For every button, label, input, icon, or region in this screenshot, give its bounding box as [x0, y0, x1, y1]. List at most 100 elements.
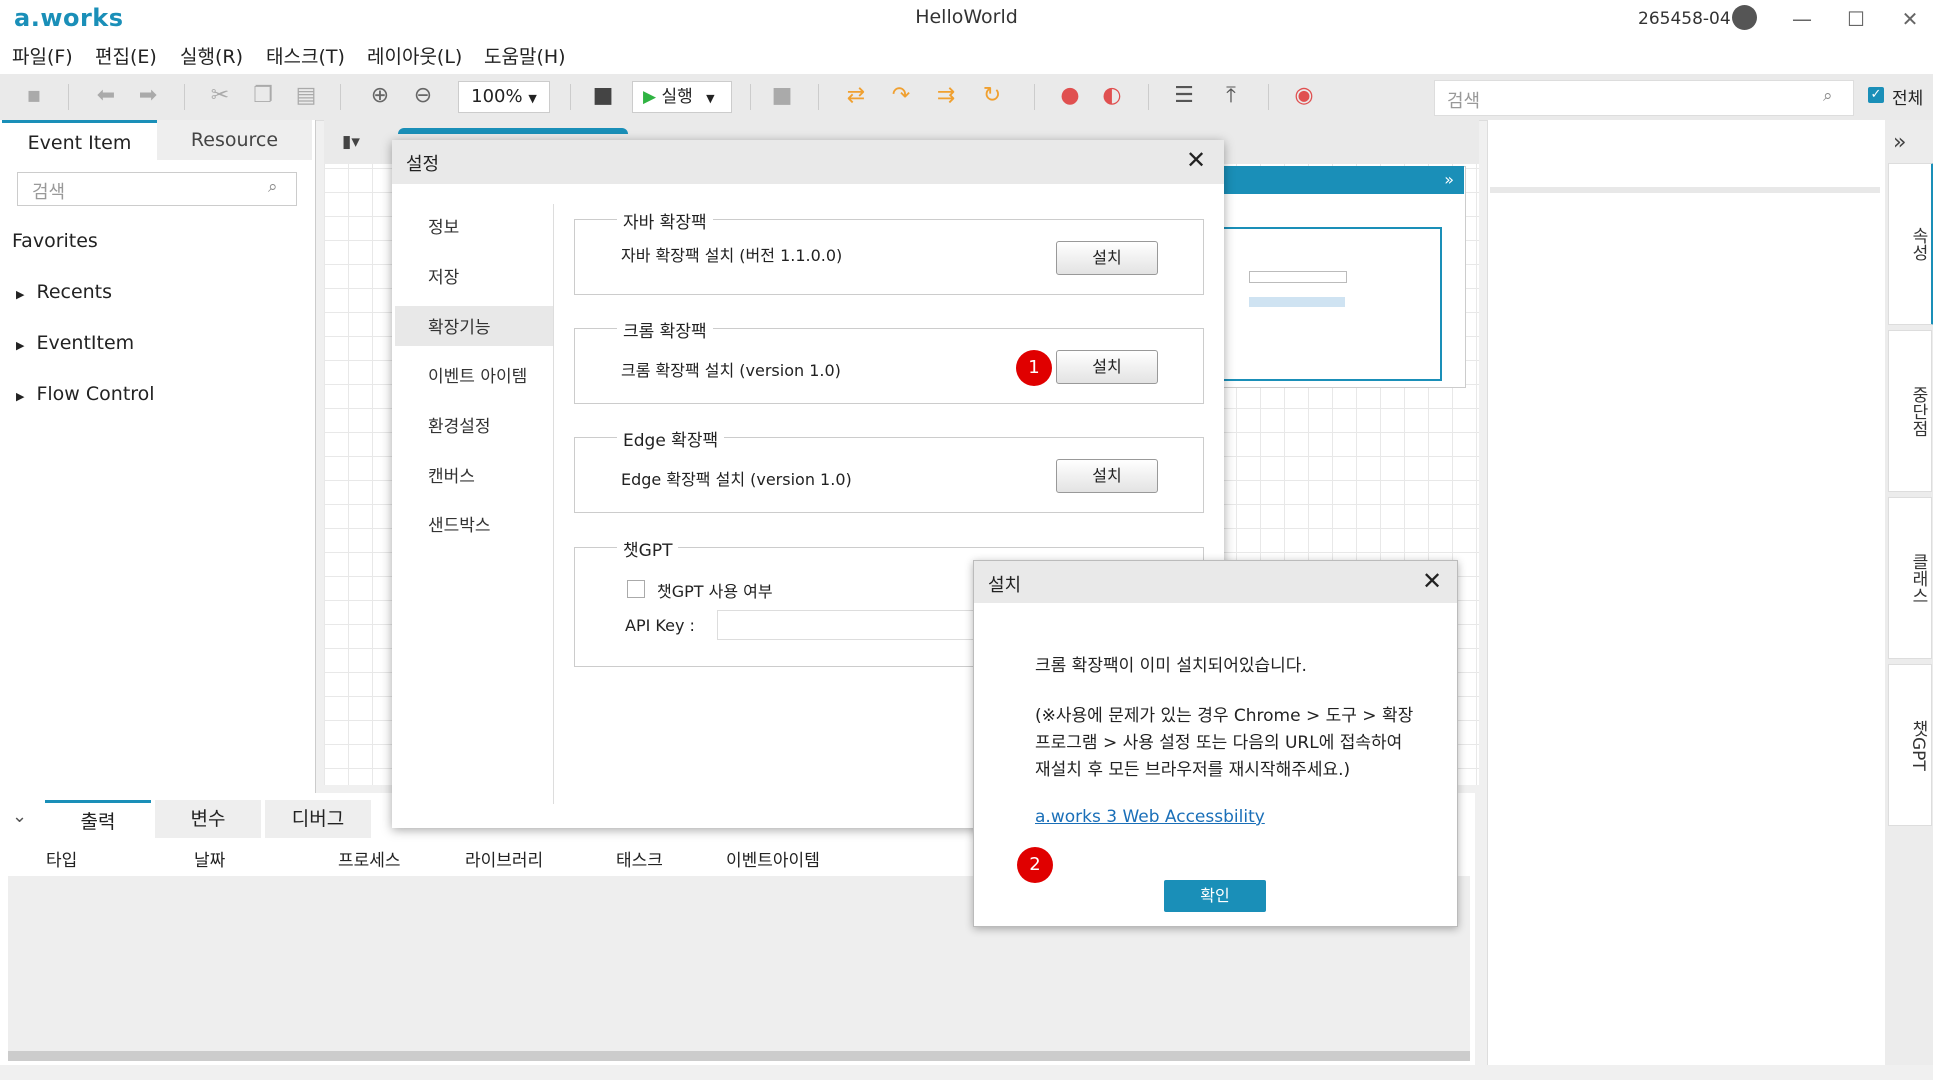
- record-video-icon[interactable]: ■: [589, 82, 617, 110]
- expand-icon[interactable]: »: [1444, 170, 1454, 189]
- nav-sandbox[interactable]: 샌드박스: [428, 511, 491, 536]
- undo-icon[interactable]: ⬅: [92, 82, 120, 110]
- menu-file[interactable]: 파일(F): [12, 42, 73, 69]
- search-icon: ⌕: [268, 177, 278, 197]
- edge-group-title: Edge 확장팩: [617, 426, 725, 451]
- step-into-icon[interactable]: ↷: [887, 82, 915, 110]
- toolbar-divider: [1268, 84, 1269, 110]
- user-avatar-icon[interactable]: [1732, 5, 1757, 30]
- settings-dialog-title: 설정: [406, 154, 440, 175]
- nav-canvas[interactable]: 캔버스: [428, 462, 475, 487]
- new-document-icon[interactable]: ▮▾: [342, 132, 360, 152]
- nav-event-item[interactable]: 이벤트 아이템: [428, 362, 527, 387]
- toolbar: ▪ ⬅ ➡ ✂ ❐ ▤ ⊕ ⊖ 100% ▼ ■ ▶ 실행 ▼ ■ ⇄ ↷ ⇉ …: [0, 74, 1933, 121]
- save-icon[interactable]: ▪: [20, 82, 48, 110]
- java-install-button[interactable]: 설치: [1056, 241, 1158, 275]
- tab-debug[interactable]: 디버그: [265, 800, 371, 838]
- breakpoint-remove-icon[interactable]: ◐: [1098, 82, 1126, 110]
- java-install-text: 자바 확장팩 설치 (버전 1.1.0.0): [621, 246, 843, 265]
- right-panel: [1487, 120, 1886, 1065]
- stop-icon[interactable]: ■: [768, 82, 796, 110]
- ok-button[interactable]: 확인: [1164, 880, 1266, 912]
- chrome-group-title: 크롬 확장팩: [617, 317, 713, 342]
- horizontal-scrollbar[interactable]: [8, 1051, 1470, 1061]
- chrome-install-text: 크롬 확장팩 설치 (version 1.0): [621, 361, 841, 380]
- tab-chatgpt[interactable]: 챗GPT: [1888, 664, 1932, 826]
- event-search-input[interactable]: 검색 ⌕: [17, 172, 297, 206]
- nav-storage[interactable]: 저장: [428, 263, 459, 288]
- run-button[interactable]: ▶ 실행 ▼: [632, 81, 732, 113]
- tab-resource[interactable]: Resource: [157, 120, 312, 160]
- run-label: 실행: [661, 87, 693, 107]
- play-icon: ▶: [643, 87, 657, 107]
- column-type: 타입: [46, 851, 78, 871]
- event-search-placeholder: 검색: [32, 182, 66, 203]
- nav-preferences[interactable]: 환경설정: [428, 412, 491, 437]
- edge-install-button[interactable]: 설치: [1056, 459, 1158, 493]
- annotation-badge-1: 1: [1016, 350, 1052, 386]
- tab-event-item[interactable]: Event Item: [2, 120, 157, 163]
- close-icon[interactable]: ✕: [1422, 567, 1442, 595]
- all-label: 전체: [1892, 89, 1924, 109]
- tab-breakpoints[interactable]: 중단점: [1888, 330, 1932, 492]
- column-date: 날짜: [194, 851, 226, 871]
- chatgpt-group-title: 챗GPT: [617, 536, 679, 561]
- caret-right-icon: ▶: [16, 390, 25, 403]
- tree-item-label: Flow Control: [36, 383, 155, 405]
- zoom-in-icon[interactable]: ⊕: [366, 82, 394, 110]
- tree-item-eventitem[interactable]: ▶ EventItem: [16, 332, 134, 354]
- step-back-icon[interactable]: ↻: [978, 82, 1006, 110]
- record-icon[interactable]: ◉: [1290, 82, 1318, 110]
- tab-variables[interactable]: 변수: [155, 800, 261, 838]
- toolbar-divider: [68, 84, 69, 110]
- menu-layout[interactable]: 레이아웃(L): [367, 42, 462, 69]
- close-icon[interactable]: ✕: [1186, 146, 1206, 174]
- chatgpt-checkbox-label: 챗GPT 사용 여부: [657, 582, 773, 601]
- toolbar-divider: [570, 84, 571, 110]
- zoom-value: 100%: [471, 86, 523, 107]
- title-bar: a.works HelloWorld 265458-04 — ☐ ✕: [0, 0, 1933, 38]
- zoom-out-icon[interactable]: ⊖: [409, 82, 437, 110]
- canvas-tab[interactable]: [398, 128, 628, 134]
- collapse-icon[interactable]: »: [1893, 130, 1906, 155]
- paste-icon[interactable]: ▤: [292, 82, 320, 110]
- tab-properties[interactable]: 속성: [1888, 163, 1933, 325]
- align-top-icon[interactable]: ⤒: [1217, 82, 1245, 110]
- cut-icon[interactable]: ✂: [206, 82, 234, 110]
- menu-run[interactable]: 실행(R): [180, 42, 243, 69]
- tree-item-recents[interactable]: ▶ Recents: [16, 281, 112, 303]
- column-event-item: 이벤트아이템: [726, 851, 820, 871]
- breakpoint-add-icon[interactable]: ●: [1056, 82, 1084, 110]
- search-input[interactable]: 검색 ⌕: [1434, 80, 1854, 116]
- zoom-select[interactable]: 100% ▼: [458, 81, 550, 113]
- copy-icon[interactable]: ❐: [249, 82, 277, 110]
- nav-extensions[interactable]: 확장기능: [428, 313, 491, 338]
- minimize-icon[interactable]: —: [1782, 4, 1822, 34]
- menu-help[interactable]: 도움말(H): [484, 42, 566, 69]
- chatgpt-checkbox[interactable]: [627, 580, 645, 598]
- step-out-icon[interactable]: ⇉: [932, 82, 960, 110]
- toolbar-divider: [184, 84, 185, 110]
- all-checkbox[interactable]: ✓: [1868, 87, 1884, 103]
- nav-divider: [553, 204, 554, 804]
- chevron-down-icon: ▼: [706, 92, 715, 105]
- step-over-icon[interactable]: ⇄: [842, 82, 870, 110]
- nav-info[interactable]: 정보: [428, 213, 459, 238]
- tab-output[interactable]: 출력: [45, 800, 151, 841]
- menu-edit[interactable]: 편집(E): [95, 42, 157, 69]
- tab-classes[interactable]: 클래스: [1888, 497, 1932, 659]
- collapse-down-icon[interactable]: ⌄: [12, 806, 27, 827]
- chrome-install-button[interactable]: 설치: [1056, 350, 1158, 384]
- column-process: 프로세스: [338, 851, 401, 871]
- favorites-heading: Favorites: [12, 230, 98, 252]
- menu-task[interactable]: 태스크(T): [266, 42, 345, 69]
- maximize-icon[interactable]: ☐: [1836, 4, 1876, 34]
- close-window-icon[interactable]: ✕: [1890, 4, 1930, 34]
- tree-item-flow-control[interactable]: ▶ Flow Control: [16, 383, 155, 405]
- web-accessibility-link[interactable]: a.works 3 Web Accessbility: [1035, 807, 1265, 827]
- align-icon[interactable]: ☰: [1170, 82, 1198, 110]
- redo-icon[interactable]: ➡: [134, 82, 162, 110]
- minimap[interactable]: [1220, 166, 1466, 388]
- caret-right-icon: ▶: [16, 288, 25, 301]
- install-detail-line-3: 재설치 후 모든 브라우저를 재시작해주세요.): [1035, 760, 1351, 780]
